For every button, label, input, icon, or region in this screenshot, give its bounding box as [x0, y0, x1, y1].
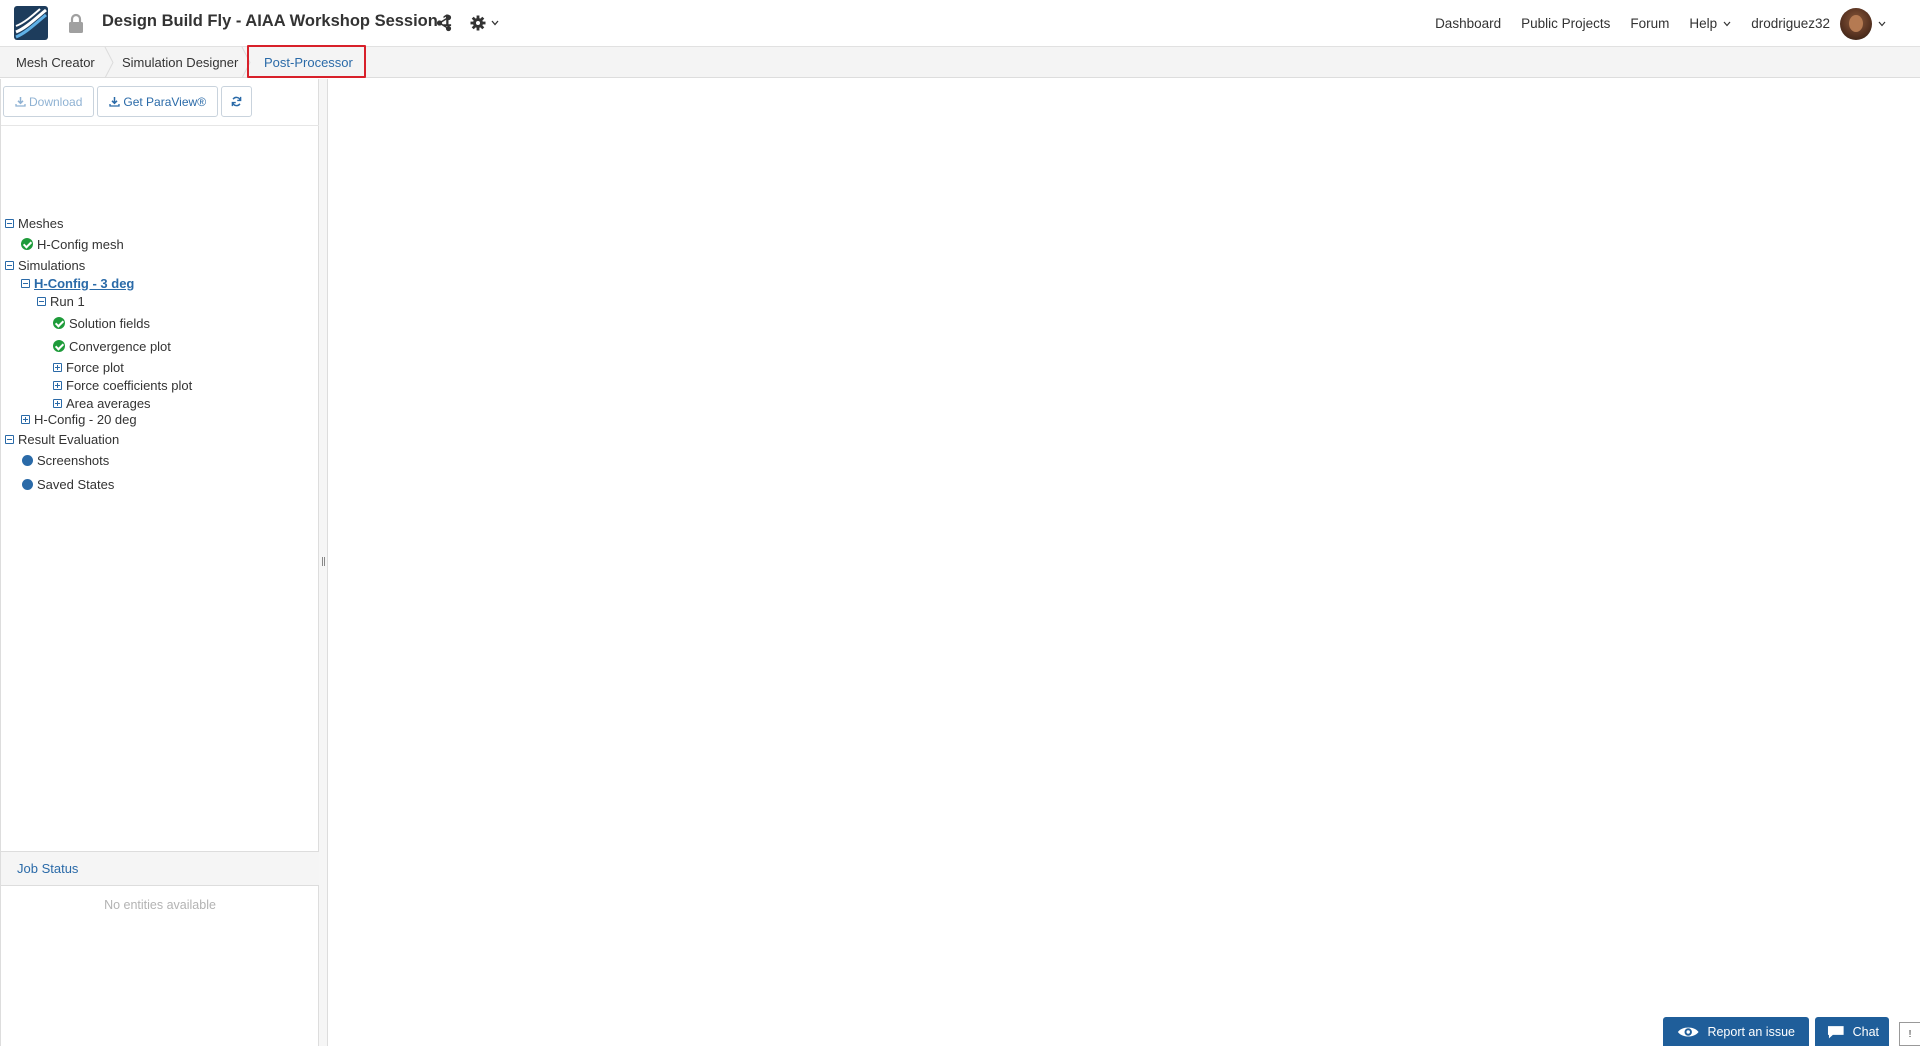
tree-label: Simulations	[18, 257, 86, 273]
simscale-logo-icon[interactable]	[14, 6, 48, 40]
post-processor-viewport[interactable]	[329, 79, 1920, 1046]
collapse-icon[interactable]	[5, 218, 14, 228]
get-paraview-button[interactable]: Get ParaView®	[97, 86, 219, 117]
tree-node-simulations[interactable]: Simulations	[5, 256, 85, 274]
tab-mesh-creator[interactable]: Mesh Creator	[16, 47, 95, 78]
circle-icon	[22, 454, 33, 466]
tree-node-force-plot[interactable]: Force plot	[53, 358, 124, 376]
tree-label: Area averages	[66, 395, 151, 411]
tree-label: Force coefficients plot	[66, 377, 193, 393]
check-circle-icon	[21, 238, 33, 250]
download-label: Download	[29, 94, 83, 109]
toolbar-divider	[1, 125, 319, 126]
chat-label: Chat	[1852, 1024, 1879, 1039]
download-button[interactable]: Download	[3, 86, 95, 117]
avatar	[1840, 7, 1872, 40]
settings-menu[interactable]	[470, 13, 499, 33]
gear-icon	[470, 15, 486, 31]
collapse-icon[interactable]	[37, 296, 46, 306]
expand-icon[interactable]	[53, 362, 62, 372]
tree-label: H-Config - 20 deg	[34, 411, 137, 427]
nav-dashboard[interactable]: Dashboard	[1435, 16, 1501, 31]
nav-forum[interactable]: Forum	[1630, 16, 1669, 31]
eye-icon	[1677, 1026, 1699, 1037]
report-issue-label: Report an issue	[1707, 1024, 1795, 1039]
tree-label: H-Config - 3 deg	[34, 275, 135, 291]
tab-separator-icon	[241, 47, 251, 78]
tree-label: Result Evaluation	[18, 431, 120, 447]
lock-icon	[69, 13, 83, 33]
post-processor-toolbar: Download Get ParaView®	[3, 86, 253, 117]
tab-simulation-designer[interactable]: Simulation Designer	[122, 47, 238, 78]
circle-icon	[22, 478, 33, 490]
tree-label: H-Config mesh	[37, 236, 124, 252]
tree-label: Convergence plot	[69, 338, 171, 354]
nav-public-projects[interactable]: Public Projects	[1521, 16, 1610, 31]
collapse-icon[interactable]	[5, 434, 14, 444]
tree-label: Screenshots	[37, 452, 110, 468]
tree-node-run-1[interactable]: Run 1	[37, 292, 85, 310]
workflow-tabs: Mesh Creator Simulation Designer Post-Pr…	[0, 47, 1920, 78]
tab-separator-icon	[104, 47, 114, 78]
left-panel: Download Get ParaView® Meshes H-Config m…	[0, 79, 319, 1046]
tree-label: Force plot	[66, 359, 124, 375]
tree-label: Saved States	[37, 476, 115, 492]
top-nav: Dashboard Public Projects Forum Help dro…	[1415, 0, 1886, 47]
chevron-down-icon	[1723, 21, 1731, 26]
download-icon	[109, 97, 121, 107]
tree-node-meshes[interactable]: Meshes	[5, 214, 64, 232]
check-circle-icon	[53, 340, 65, 352]
job-status-empty-message: No entities available	[104, 898, 216, 912]
tree-label: Meshes	[18, 215, 64, 231]
collapse-icon[interactable]	[21, 278, 30, 288]
refresh-button[interactable]	[221, 86, 253, 117]
job-status-panel: Job Status No entities available	[1, 851, 319, 1046]
expand-icon[interactable]	[21, 414, 30, 424]
username: drodriguez32	[1751, 16, 1830, 31]
panel-splitter[interactable]	[319, 79, 328, 1046]
top-header: Design Build Fly - AIAA Workshop Session…	[0, 0, 1920, 47]
tree-node-result-evaluation[interactable]: Result Evaluation	[5, 430, 119, 448]
nav-help[interactable]: Help	[1689, 16, 1731, 31]
expand-icon[interactable]	[53, 398, 62, 408]
download-icon	[15, 97, 26, 107]
refresh-icon	[231, 96, 242, 107]
nav-help-label: Help	[1689, 16, 1718, 31]
get-paraview-label: Get ParaView®	[123, 94, 207, 109]
report-issue-button[interactable]: Report an issue	[1663, 1017, 1809, 1046]
share-icon[interactable]	[436, 14, 452, 32]
chevron-down-icon	[1878, 21, 1886, 26]
chevron-down-icon	[491, 20, 499, 26]
tree-node-sim-20deg[interactable]: H-Config - 20 deg	[21, 410, 137, 428]
drag-handle-icon[interactable]	[322, 557, 325, 566]
tree-label: Solution fields	[69, 315, 150, 331]
chat-bubble-icon	[1827, 1025, 1844, 1038]
tree-node-screenshots[interactable]: Screenshots	[22, 451, 109, 469]
tree-label: Run 1	[50, 293, 85, 309]
tree-node-convergence-plot[interactable]: Convergence plot	[53, 337, 171, 355]
check-circle-icon	[53, 317, 65, 329]
tree-node-h-config-mesh[interactable]: H-Config mesh	[21, 235, 124, 253]
tab-post-processor[interactable]: Post-Processor	[264, 47, 353, 78]
collapse-icon[interactable]	[5, 260, 14, 270]
tree-node-force-coefficients-plot[interactable]: Force coefficients plot	[53, 376, 192, 394]
expand-icon[interactable]	[53, 380, 62, 390]
job-status-title: Job Status	[1, 852, 319, 886]
project-title: Design Build Fly - AIAA Workshop Session…	[102, 12, 452, 30]
user-menu[interactable]: drodriguez32	[1751, 7, 1886, 40]
tree-node-saved-states[interactable]: Saved States	[22, 475, 114, 493]
feedback-tab[interactable]: !	[1899, 1022, 1920, 1046]
tree-node-sim-3deg[interactable]: H-Config - 3 deg	[21, 274, 134, 292]
tree-node-solution-fields[interactable]: Solution fields	[53, 314, 150, 332]
chat-button[interactable]: Chat	[1815, 1017, 1889, 1046]
